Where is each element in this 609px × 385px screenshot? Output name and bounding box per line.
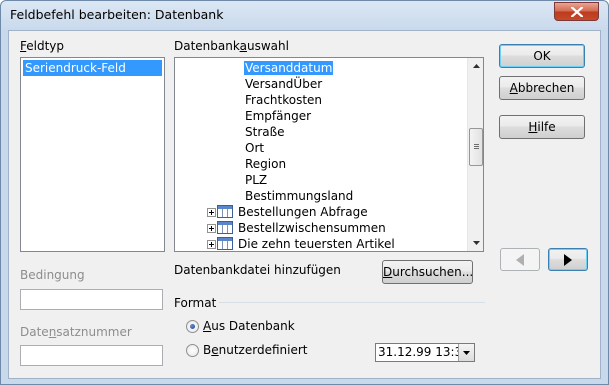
format-combo[interactable]: 31.12.99 13:37 (375, 343, 475, 362)
benutzerdefiniert-radio[interactable] (186, 344, 199, 357)
table-icon (217, 221, 233, 234)
scroll-down-arrow-icon (472, 241, 480, 245)
format-combo-value: 31.12.99 13:37 (378, 345, 470, 359)
scroll-thumb[interactable] (469, 128, 483, 166)
chevron-down-icon (463, 350, 470, 355)
datenbankdatei-label: Datenbankdatei hinzufügen (174, 263, 341, 277)
expand-icon[interactable] (207, 208, 216, 217)
help-button[interactable]: Hilfe (499, 115, 585, 139)
tree-query-row[interactable]: Bestellungen Abfrage (207, 204, 457, 220)
cancel-button[interactable]: Abbrechen (499, 76, 585, 100)
tree-field-row[interactable]: Bestimmungsland (244, 188, 354, 204)
ok-button[interactable]: OK (499, 44, 585, 68)
scroll-down-button[interactable] (468, 235, 483, 251)
previous-button[interactable] (500, 248, 540, 271)
combo-dropdown-button[interactable] (458, 344, 474, 361)
tree-field-row[interactable]: Versanddatum (244, 60, 334, 76)
feldtyp-label: Feldtyp (20, 39, 65, 53)
tree-query-row[interactable]: Die zehn teuersten Artikel (207, 236, 457, 251)
expand-icon[interactable] (207, 240, 216, 249)
datensatznummer-label: Datensatznummer (20, 325, 132, 339)
datenbankauswahl-label: Datenbankauswahl (174, 39, 289, 53)
database-tree[interactable]: Versanddatum VersandÜber Frachtkosten Em… (174, 57, 484, 252)
format-label: Format (174, 296, 217, 310)
tree-field-row[interactable]: Straße (244, 124, 286, 140)
arrow-right-icon (564, 253, 572, 266)
datensatznummer-input[interactable] (20, 345, 163, 366)
tree-field-row[interactable]: VersandÜber (244, 76, 323, 92)
aus-datenbank-radio[interactable] (186, 320, 199, 333)
next-button[interactable] (548, 248, 588, 271)
scroll-up-arrow-icon (472, 64, 480, 68)
tree-scrollbar[interactable] (467, 58, 483, 251)
tree-field-row[interactable]: Region (244, 156, 287, 172)
title-bar[interactable]: Feldbefehl bearbeiten: Datenbank (1, 1, 608, 30)
feldtyp-item-seriendruck[interactable]: Seriendruck-Feld (23, 60, 162, 76)
browse-button[interactable]: Durchsuchen... (382, 260, 473, 284)
dialog-window: Feldbefehl bearbeiten: Datenbank Feldtyp… (0, 0, 609, 385)
feldtyp-list[interactable]: Seriendruck-Feld (20, 57, 165, 252)
tree-field-row[interactable]: Frachtkosten (244, 92, 323, 108)
tree-field-row[interactable]: PLZ (244, 172, 268, 188)
close-icon (570, 6, 583, 17)
close-button[interactable] (554, 2, 599, 21)
scroll-up-button[interactable] (468, 58, 483, 74)
table-icon (217, 237, 233, 250)
bedingung-label: Bedingung (20, 268, 85, 282)
benutzerdefiniert-label[interactable]: Benutzerdefiniert (203, 343, 307, 357)
bedingung-input[interactable] (20, 289, 163, 310)
tree-query-row[interactable]: Bestellzwischensummen (207, 220, 457, 236)
format-separator (219, 302, 485, 303)
tree-field-row[interactable]: Ort (244, 140, 265, 156)
expand-icon[interactable] (207, 224, 216, 233)
tree-field-row[interactable]: Empfänger (244, 108, 312, 124)
window-title: Feldbefehl bearbeiten: Datenbank (10, 7, 224, 22)
arrow-left-icon (516, 253, 524, 266)
table-icon (217, 205, 233, 218)
dialog-client: Feldtyp Seriendruck-Feld Datenbankauswah… (8, 30, 601, 379)
aus-datenbank-label[interactable]: Aus Datenbank (203, 319, 295, 333)
